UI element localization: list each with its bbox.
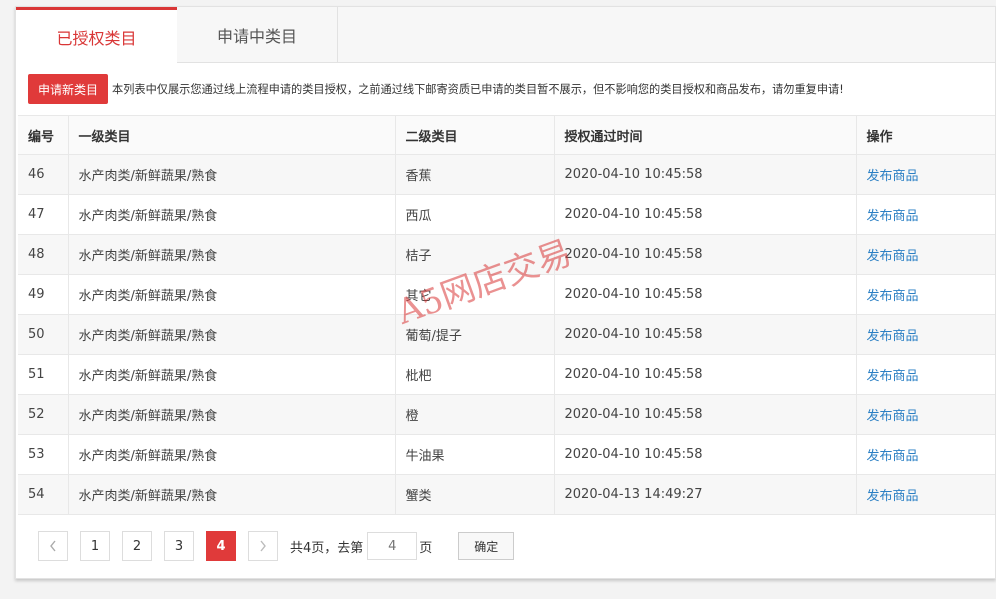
page-button-2[interactable]: 2 [122, 531, 152, 561]
cell-id: 48 [18, 234, 69, 275]
apply-new-category-button[interactable]: 申请新类目 [28, 74, 109, 104]
cell-time: 2020-04-10 10:45:58 [554, 194, 857, 235]
chevron-left-icon [50, 540, 56, 552]
cell-level1: 水产肉类/新鲜蔬果/熟食 [68, 274, 396, 315]
publish-product-link[interactable]: 发布商品 [867, 169, 919, 184]
tab-pending[interactable]: 申请中类目 [177, 7, 338, 63]
next-page-button[interactable] [248, 531, 278, 561]
chevron-right-icon [260, 540, 266, 552]
cell-action: 发布商品 [856, 354, 995, 395]
notice-bar: 申请新类目 本列表中仅展示您通过线上流程申请的类目授权，之前通过线下邮寄资质已申… [28, 74, 988, 104]
cell-level1: 水产肉类/新鲜蔬果/熟食 [68, 234, 396, 275]
table-row: 53 水产肉类/新鲜蔬果/熟食 牛油果 2020-04-10 10:45:58 … [18, 434, 995, 475]
cell-level2: 牛油果 [395, 434, 555, 475]
table-row: 52 水产肉类/新鲜蔬果/熟食 橙 2020-04-10 10:45:58 发布… [18, 394, 995, 435]
cell-time: 2020-04-10 10:45:58 [554, 234, 857, 275]
cell-level2: 西瓜 [395, 194, 555, 235]
cell-action: 发布商品 [856, 314, 995, 355]
column-header-time: 授权通过时间 [554, 115, 857, 155]
publish-product-link[interactable]: 发布商品 [867, 209, 919, 224]
cell-time: 2020-04-10 10:45:58 [554, 274, 857, 315]
goto-page-input[interactable] [367, 532, 418, 560]
table-row: 47 水产肉类/新鲜蔬果/熟食 西瓜 2020-04-10 10:45:58 发… [18, 194, 995, 235]
publish-product-link[interactable]: 发布商品 [867, 249, 919, 264]
publish-product-link[interactable]: 发布商品 [867, 489, 919, 504]
pagination: 1 2 3 4 共4页，去第 页 确定 [38, 530, 515, 562]
cell-level2: 葡萄/提子 [395, 314, 555, 355]
table-row: 46 水产肉类/新鲜蔬果/熟食 香蕉 2020-04-10 10:45:58 发… [18, 154, 995, 195]
cell-level1: 水产肉类/新鲜蔬果/熟食 [68, 154, 396, 195]
cell-id: 52 [18, 394, 69, 435]
cell-time: 2020-04-10 10:45:58 [554, 354, 857, 395]
cell-id: 49 [18, 274, 69, 315]
column-header-level2: 二级类目 [395, 115, 555, 155]
cell-level1: 水产肉类/新鲜蔬果/熟食 [68, 314, 396, 355]
publish-product-link[interactable]: 发布商品 [867, 409, 919, 424]
cell-level2: 枇杷 [395, 354, 555, 395]
total-pages-label: 共4页，去第 [290, 540, 364, 556]
cell-action: 发布商品 [856, 154, 995, 195]
page-button-4[interactable]: 4 [206, 531, 236, 561]
cell-level2: 香蕉 [395, 154, 555, 195]
cell-level2: 橙 [395, 394, 555, 435]
category-table: 编号 一级类目 二级类目 授权通过时间 操作 46 水产肉类/新鲜蔬果/熟食 香… [18, 115, 995, 515]
table-header-row: 编号 一级类目 二级类目 授权通过时间 操作 [18, 115, 995, 155]
cell-level2: 桔子 [395, 234, 555, 275]
table-row: 48 水产肉类/新鲜蔬果/熟食 桔子 2020-04-10 10:45:58 发… [18, 234, 995, 275]
tab-bar: 已授权类目 申请中类目 [16, 7, 995, 64]
page-suffix-label: 页 [419, 540, 433, 556]
publish-product-link[interactable]: 发布商品 [867, 369, 919, 384]
cell-id: 46 [18, 154, 69, 195]
publish-product-link[interactable]: 发布商品 [867, 449, 919, 464]
cell-id: 47 [18, 194, 69, 235]
cell-id: 54 [18, 474, 69, 515]
cell-level1: 水产肉类/新鲜蔬果/熟食 [68, 354, 396, 395]
column-header-action: 操作 [856, 115, 995, 155]
tab-authorized[interactable]: 已授权类目 [16, 7, 177, 64]
cell-action: 发布商品 [856, 474, 995, 515]
cell-id: 50 [18, 314, 69, 355]
cell-time: 2020-04-10 10:45:58 [554, 394, 857, 435]
cell-action: 发布商品 [856, 434, 995, 475]
prev-page-button[interactable] [38, 531, 68, 561]
table-row: 51 水产肉类/新鲜蔬果/熟食 枇杷 2020-04-10 10:45:58 发… [18, 354, 995, 395]
goto-confirm-button[interactable]: 确定 [458, 532, 515, 560]
cell-id: 53 [18, 434, 69, 475]
cell-id: 51 [18, 354, 69, 395]
publish-product-link[interactable]: 发布商品 [867, 289, 919, 304]
cell-time: 2020-04-10 10:45:58 [554, 154, 857, 195]
table-row: 54 水产肉类/新鲜蔬果/熟食 蟹类 2020-04-13 14:49:27 发… [18, 474, 995, 515]
cell-level1: 水产肉类/新鲜蔬果/熟食 [68, 434, 396, 475]
cell-level2: 蟹类 [395, 474, 555, 515]
cell-action: 发布商品 [856, 234, 995, 275]
cell-time: 2020-04-13 14:49:27 [554, 474, 857, 515]
table-row: 50 水产肉类/新鲜蔬果/熟食 葡萄/提子 2020-04-10 10:45:5… [18, 314, 995, 355]
cell-action: 发布商品 [856, 394, 995, 435]
page-button-1[interactable]: 1 [80, 531, 110, 561]
category-panel: 已授权类目 申请中类目 申请新类目 本列表中仅展示您通过线上流程申请的类目授权，… [15, 6, 996, 579]
publish-product-link[interactable]: 发布商品 [867, 329, 919, 344]
cell-action: 发布商品 [856, 194, 995, 235]
cell-time: 2020-04-10 10:45:58 [554, 434, 857, 475]
cell-level1: 水产肉类/新鲜蔬果/熟食 [68, 194, 396, 235]
table-row: 49 水产肉类/新鲜蔬果/熟食 其它 2020-04-10 10:45:58 发… [18, 274, 995, 315]
page-button-3[interactable]: 3 [164, 531, 194, 561]
cell-time: 2020-04-10 10:45:58 [554, 314, 857, 355]
cell-level1: 水产肉类/新鲜蔬果/熟食 [68, 394, 396, 435]
notice-text: 本列表中仅展示您通过线上流程申请的类目授权，之前通过线下邮寄资质已申请的类目暂不… [112, 83, 844, 96]
cell-level2: 其它 [395, 274, 555, 315]
cell-level1: 水产肉类/新鲜蔬果/熟食 [68, 474, 396, 515]
column-header-id: 编号 [18, 115, 69, 155]
cell-action: 发布商品 [856, 274, 995, 315]
column-header-level1: 一级类目 [68, 115, 396, 155]
